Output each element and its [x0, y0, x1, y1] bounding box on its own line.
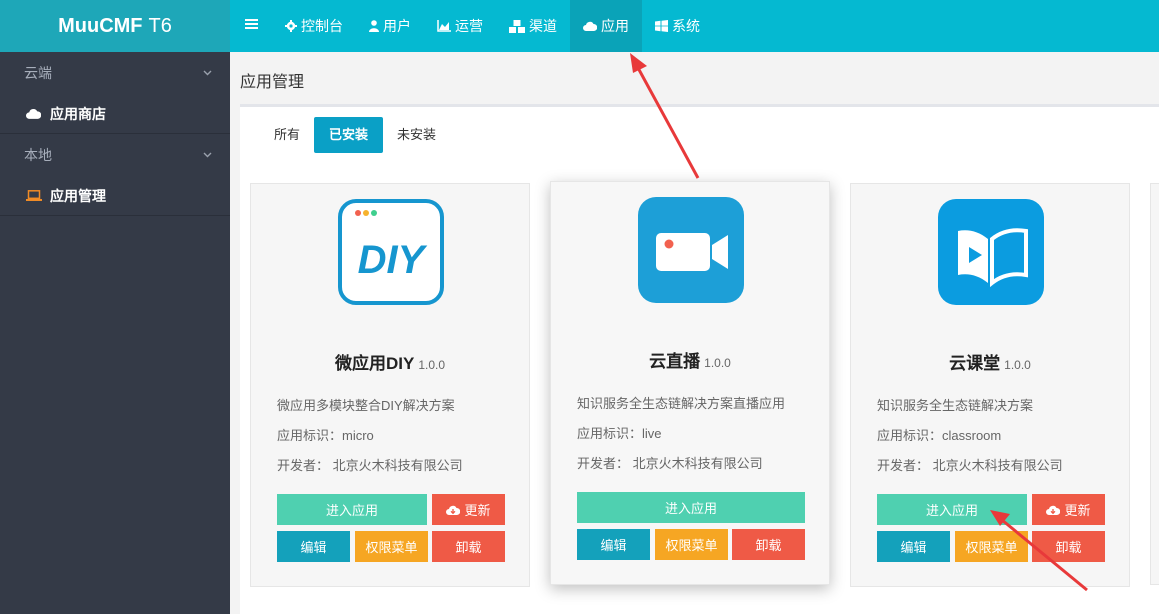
app-name: 云直播: [649, 352, 701, 371]
app-identifier: 应用标识：classroom: [877, 428, 1002, 443]
uninstall-button[interactable]: 卸载: [732, 529, 805, 560]
brand-version: T6: [148, 14, 172, 37]
app-card-live: 云直播 1.0.0 知识服务全生态链解决方案直播应用 应用标识：live 开发者：…: [550, 181, 830, 585]
update-button[interactable]: 更新: [1032, 494, 1105, 525]
laptop-icon: [26, 190, 42, 201]
video-camera-icon: [638, 197, 744, 303]
app-description: 微应用多模块整合DIY解决方案: [277, 398, 455, 413]
app-card-micro: DIY 微应用DIY 1.0.0 微应用多模块整合DIY解决方案 应用标识：mic…: [250, 183, 530, 587]
sidebar: 云端 应用商店 本地 应用管理: [0, 52, 230, 614]
app-name: 微应用DIY: [334, 354, 415, 373]
tab-all[interactable]: 所有: [266, 117, 308, 153]
enter-app-button[interactable]: 进入应用: [877, 494, 1027, 525]
app-description: 知识服务全生态链解决方案直播应用: [577, 396, 786, 411]
edit-button[interactable]: 编辑: [877, 531, 950, 562]
nav-label: 控制台: [301, 18, 343, 34]
enter-app-button[interactable]: 进入应用: [277, 494, 427, 525]
app-title: 云直播 1.0.0: [551, 347, 829, 372]
nav-label: 系统: [672, 18, 700, 34]
enter-app-button[interactable]: 进入应用: [577, 492, 805, 523]
button-label: 权限菜单: [965, 540, 1018, 555]
app-title: 云课堂 1.0.0: [851, 349, 1129, 374]
button-label: 权限菜单: [365, 540, 418, 555]
cubes-icon: [509, 19, 525, 33]
nav-item-apps[interactable]: 应用: [570, 0, 642, 52]
sidebar-group-local[interactable]: 本地: [0, 134, 230, 176]
gear-icon: [285, 20, 297, 32]
button-label: 进入应用: [925, 503, 978, 518]
filter-tabs: 所有 已安装 未安装: [266, 117, 450, 153]
app-card-partial: [1150, 183, 1159, 585]
menu-toggle-button[interactable]: [230, 0, 272, 52]
nav-item-operations[interactable]: 运营: [424, 0, 496, 52]
cloud-download-icon: [446, 505, 461, 515]
app-version: 1.0.0: [704, 356, 731, 370]
button-label: 更新: [464, 503, 491, 518]
app-developer: 开发者： 北京火木科技有限公司: [877, 458, 1063, 473]
sidebar-item-label: 应用商店: [50, 105, 106, 122]
nav-label: 运营: [455, 18, 483, 34]
app-developer: 开发者： 北京火木科技有限公司: [577, 456, 763, 471]
book-play-icon: [938, 199, 1044, 305]
button-label: 进入应用: [664, 501, 717, 516]
app-identifier: 应用标识：live: [577, 426, 662, 441]
svg-text:DIY: DIY: [358, 238, 428, 282]
update-button[interactable]: 更新: [432, 494, 505, 525]
button-label: 卸载: [1055, 540, 1082, 555]
button-label: 编辑: [600, 538, 627, 553]
tab-installed[interactable]: 已安装: [314, 117, 384, 153]
edit-button[interactable]: 编辑: [277, 531, 350, 562]
button-label: 编辑: [900, 540, 927, 555]
menu-icon: [245, 17, 258, 35]
chevron-down-icon: [203, 68, 212, 79]
app-version: 1.0.0: [1004, 358, 1031, 372]
app-title: 微应用DIY 1.0.0: [251, 349, 529, 374]
button-label: 进入应用: [325, 503, 378, 518]
sidebar-item-app-management[interactable]: 应用管理: [0, 176, 230, 216]
cloud-download-icon: [1046, 505, 1061, 515]
permission-menu-button[interactable]: 权限菜单: [955, 531, 1028, 562]
diy-icon: DIY: [338, 199, 444, 305]
chevron-down-icon: [203, 150, 212, 161]
windows-icon: [655, 20, 668, 32]
page-title: 应用管理: [240, 74, 305, 91]
nav-label: 渠道: [529, 18, 557, 34]
sidebar-item-label: 应用管理: [50, 187, 106, 204]
nav-item-dashboard[interactable]: 控制台: [272, 0, 356, 52]
button-label: 卸载: [455, 540, 482, 555]
app-description: 知识服务全生态链解决方案: [877, 398, 1034, 413]
edit-button[interactable]: 编辑: [577, 529, 650, 560]
uninstall-button[interactable]: 卸载: [432, 531, 505, 562]
nav-item-channels[interactable]: 渠道: [496, 0, 570, 52]
button-label: 权限菜单: [665, 538, 718, 553]
area-chart-icon: [437, 20, 451, 32]
nav-item-system[interactable]: 系统: [642, 0, 713, 52]
button-label: 更新: [1064, 503, 1091, 518]
permission-menu-button[interactable]: 权限菜单: [655, 529, 728, 560]
sidebar-group-label: 本地: [24, 147, 52, 163]
nav-label: 用户: [383, 18, 411, 34]
cloud-icon: [26, 108, 42, 119]
uninstall-button[interactable]: 卸载: [1032, 531, 1105, 562]
brand-name: MuuCMF: [58, 14, 143, 37]
cloud-icon: [583, 21, 597, 31]
nav-label: 应用: [601, 18, 629, 34]
permission-menu-button[interactable]: 权限菜单: [355, 531, 428, 562]
app-identifier: 应用标识：micro: [277, 428, 374, 443]
app-developer: 开发者： 北京火木科技有限公司: [277, 458, 463, 473]
button-label: 编辑: [300, 540, 327, 555]
tab-not-installed[interactable]: 未安装: [389, 117, 444, 153]
user-icon: [369, 20, 379, 32]
app-name: 云课堂: [949, 354, 1001, 373]
brand-logo[interactable]: MuuCMF T6: [0, 0, 230, 52]
sidebar-group-cloud[interactable]: 云端: [0, 52, 230, 94]
nav-item-users[interactable]: 用户: [356, 0, 424, 52]
top-navigation: 控制台 用户 运营 渠道 应用 系统: [230, 0, 1159, 52]
button-label: 卸载: [755, 538, 782, 553]
sidebar-group-label: 云端: [24, 65, 52, 81]
app-version: 1.0.0: [418, 358, 446, 372]
sidebar-item-app-store[interactable]: 应用商店: [0, 94, 230, 134]
app-card-classroom: 云课堂 1.0.0 知识服务全生态链解决方案 应用标识：classroom 开发者…: [850, 183, 1130, 587]
